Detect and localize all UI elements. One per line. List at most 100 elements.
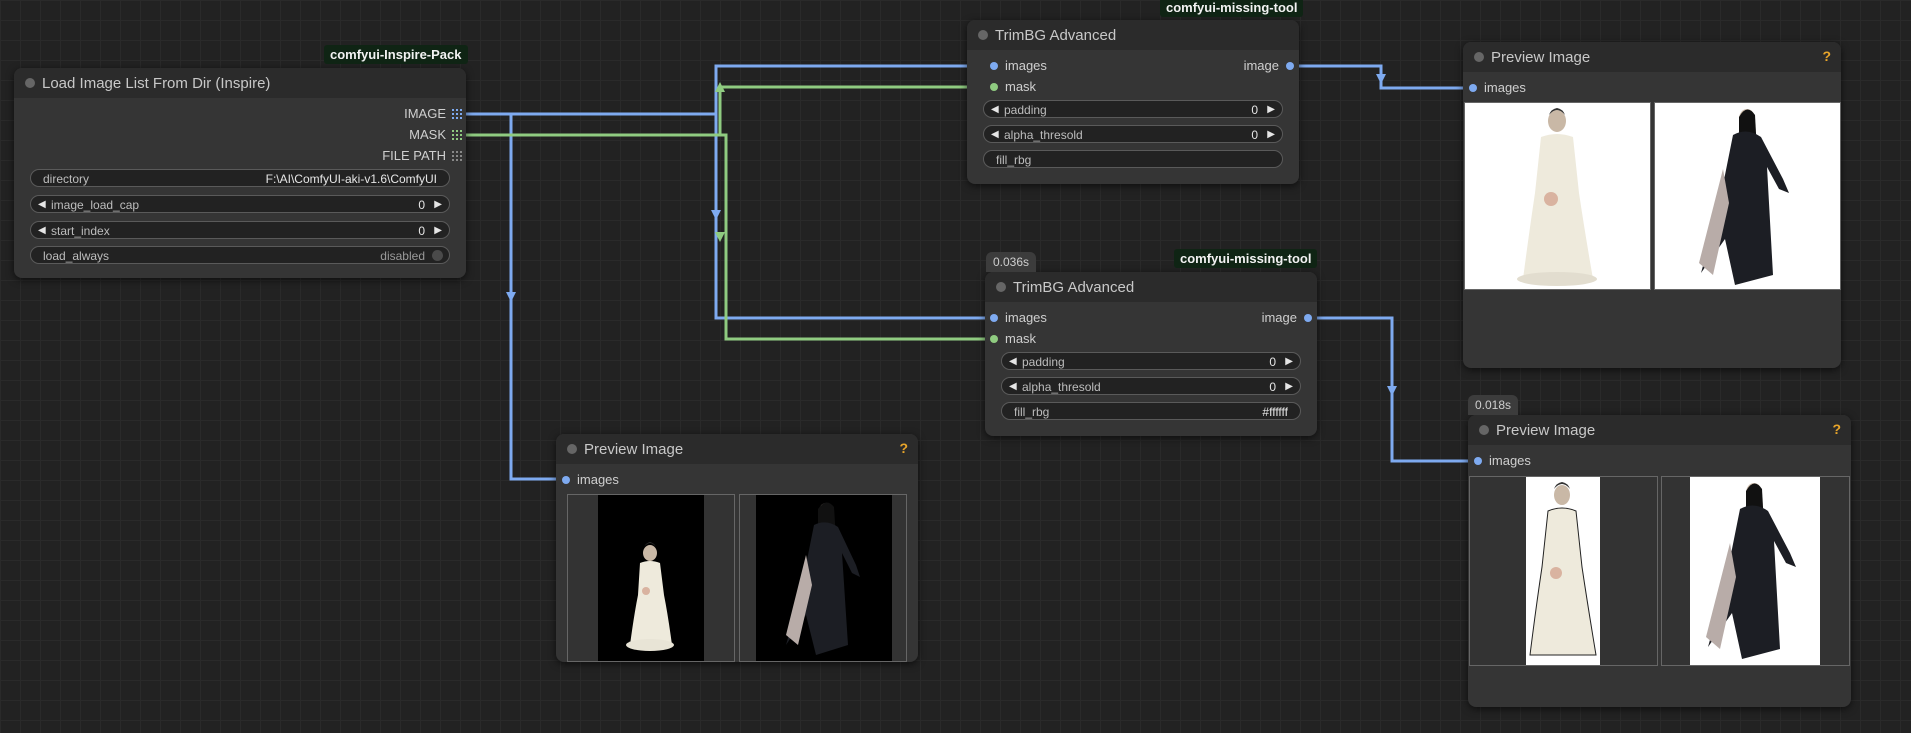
- collapse-dot-icon[interactable]: [1479, 425, 1489, 435]
- collapse-dot-icon[interactable]: [978, 30, 988, 40]
- preview-thumbnail[interactable]: [1654, 102, 1841, 290]
- output-mask[interactable]: MASK: [409, 127, 462, 143]
- wire-image-to-preview1[interactable]: [466, 112, 565, 481]
- input-label: mask: [1005, 331, 1037, 346]
- toggle-knob[interactable]: [432, 250, 443, 261]
- preview-thumbnail[interactable]: [739, 494, 907, 662]
- arrow-left-icon[interactable]: ◀: [1009, 378, 1017, 396]
- directory-field[interactable]: directory F:\AI\ComfyUI-aki-v1.6\ComfyUI: [30, 169, 450, 187]
- preview-image-node-3[interactable]: Preview Image ? images: [1468, 415, 1851, 707]
- start-index-stepper[interactable]: ◀ start_index 0 ▶: [30, 221, 450, 239]
- padding-stepper[interactable]: ◀ padding 0 ▶: [983, 100, 1283, 118]
- preview-image-node-2[interactable]: Preview Image ? images: [1463, 42, 1841, 368]
- node-header[interactable]: Preview Image ?: [1468, 415, 1851, 445]
- input-label: images: [1005, 310, 1047, 325]
- node-title: TrimBG Advanced: [995, 26, 1117, 44]
- seated-woman-trimmed-image: [1526, 477, 1600, 665]
- alpha-thresold-stepper[interactable]: ◀ alpha_thresold 0 ▶: [983, 125, 1283, 143]
- widget-value: #ffffff: [1262, 405, 1288, 419]
- node-header[interactable]: Preview Image ?: [1463, 42, 1841, 72]
- preview-thumbnail[interactable]: [1661, 476, 1850, 666]
- node-header[interactable]: Load Image List From Dir (Inspire): [14, 68, 466, 98]
- output-image[interactable]: image: [1261, 310, 1312, 326]
- help-icon[interactable]: ?: [899, 440, 908, 456]
- alpha-thresold-stepper[interactable]: ◀ alpha_thresold 0 ▶: [1001, 377, 1301, 395]
- output-label: image: [1261, 310, 1297, 325]
- collapse-dot-icon[interactable]: [567, 444, 577, 454]
- node-header[interactable]: TrimBG Advanced: [967, 20, 1299, 50]
- preview-thumbnail[interactable]: [1469, 476, 1658, 666]
- arrow-left-icon[interactable]: ◀: [1009, 353, 1017, 371]
- arrow-right-icon[interactable]: ▶: [434, 196, 442, 214]
- grid-slot-icon: [452, 151, 462, 161]
- input-images[interactable]: images: [990, 58, 1047, 74]
- output-label: IMAGE: [404, 106, 446, 121]
- arrow-left-icon[interactable]: ◀: [991, 101, 999, 119]
- widget-label: directory: [43, 172, 90, 186]
- input-label: images: [577, 472, 619, 487]
- node-source-badge: comfyui-Inspire-Pack: [324, 45, 468, 64]
- output-file-path[interactable]: FILE PATH: [382, 148, 462, 164]
- input-images[interactable]: images: [1474, 453, 1531, 469]
- fill-rbg-field[interactable]: fill_rbg #ffffff: [1001, 402, 1301, 420]
- input-images[interactable]: images: [990, 310, 1047, 326]
- output-image[interactable]: image: [1244, 58, 1294, 74]
- preview-image-node-1[interactable]: Preview Image ? images: [556, 434, 918, 662]
- trimbg-advanced-node-1[interactable]: TrimBG Advanced images mask image ◀ padd…: [967, 20, 1299, 184]
- collapse-dot-icon[interactable]: [1474, 52, 1484, 62]
- preview-thumbnail[interactable]: [1464, 102, 1651, 290]
- input-dot[interactable]: [990, 83, 998, 91]
- node-header[interactable]: TrimBG Advanced: [985, 272, 1317, 302]
- wire-arrow: [1387, 386, 1397, 396]
- trimbg-advanced-node-2[interactable]: TrimBG Advanced images mask image ◀ padd…: [985, 272, 1317, 436]
- arrow-right-icon[interactable]: ▶: [1267, 101, 1275, 119]
- widget-value: disabled: [380, 249, 425, 263]
- wire-mask-to-trim2[interactable]: [720, 133, 993, 341]
- arrow-right-icon[interactable]: ▶: [434, 222, 442, 240]
- input-dot[interactable]: [1474, 457, 1482, 465]
- seated-woman-image: [598, 495, 704, 661]
- walking-woman-image: [1655, 103, 1840, 289]
- input-images[interactable]: images: [1469, 80, 1526, 96]
- arrow-left-icon[interactable]: ◀: [38, 222, 46, 240]
- input-dot[interactable]: [1469, 84, 1477, 92]
- help-icon[interactable]: ?: [1832, 421, 1841, 437]
- arrow-right-icon[interactable]: ▶: [1285, 353, 1293, 371]
- load-image-list-node[interactable]: Load Image List From Dir (Inspire) IMAGE…: [14, 68, 466, 278]
- arrow-left-icon[interactable]: ◀: [991, 126, 999, 144]
- wire-arrow: [711, 210, 721, 220]
- wire-image-to-trim2[interactable]: [714, 114, 993, 320]
- input-mask[interactable]: mask: [990, 79, 1036, 95]
- arrow-right-icon[interactable]: ▶: [1285, 378, 1293, 396]
- output-dot[interactable]: [1304, 314, 1312, 322]
- load-always-toggle[interactable]: load_always disabled: [30, 246, 450, 264]
- help-icon[interactable]: ?: [1822, 48, 1831, 64]
- wire-arrow: [506, 292, 516, 302]
- image-load-cap-stepper[interactable]: ◀ image_load_cap 0 ▶: [30, 195, 450, 213]
- widget-label: alpha_thresold: [1022, 380, 1101, 394]
- padding-stepper[interactable]: ◀ padding 0 ▶: [1001, 352, 1301, 370]
- input-dot[interactable]: [562, 476, 570, 484]
- collapse-dot-icon[interactable]: [25, 78, 35, 88]
- collapse-dot-icon[interactable]: [996, 282, 1006, 292]
- output-dot[interactable]: [1286, 62, 1294, 70]
- input-mask[interactable]: mask: [990, 331, 1037, 347]
- arrow-right-icon[interactable]: ▶: [1267, 126, 1275, 144]
- widget-label: start_index: [51, 224, 110, 238]
- widget-value: 0: [418, 198, 425, 212]
- arrow-left-icon[interactable]: ◀: [38, 196, 46, 214]
- seated-woman-image: [1465, 103, 1650, 289]
- input-dot[interactable]: [990, 335, 998, 343]
- widget-label: padding: [1004, 103, 1047, 117]
- wire-mask-to-trim1[interactable]: [466, 85, 975, 137]
- preview-thumbnail[interactable]: [567, 494, 735, 662]
- input-images[interactable]: images: [562, 472, 619, 488]
- widget-label: load_always: [43, 249, 110, 263]
- node-title: Preview Image: [1491, 48, 1591, 66]
- fill-rbg-field[interactable]: fill_rbg: [983, 150, 1283, 168]
- output-image[interactable]: IMAGE: [404, 106, 462, 122]
- input-dot[interactable]: [990, 62, 998, 70]
- node-header[interactable]: Preview Image ?: [556, 434, 918, 464]
- input-dot[interactable]: [990, 314, 998, 322]
- walking-woman-image: [756, 495, 892, 661]
